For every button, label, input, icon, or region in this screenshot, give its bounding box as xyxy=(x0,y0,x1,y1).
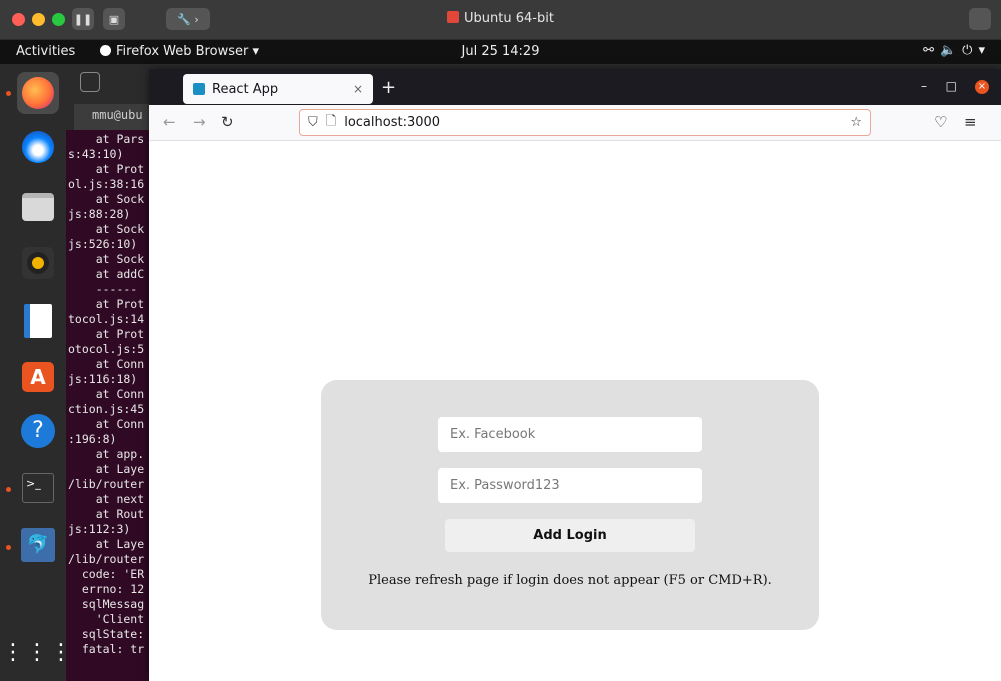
menu-icon[interactable]: ≡ xyxy=(964,113,977,131)
running-indicator xyxy=(6,487,11,492)
files-icon[interactable] xyxy=(17,186,59,228)
password-input[interactable] xyxy=(438,468,702,503)
chevron-down-icon: ▾ xyxy=(978,43,991,58)
mysql-workbench-icon[interactable]: 🐬 xyxy=(17,524,59,566)
navigation-toolbar: ← → ↻ ⛉ 🗋 localhost:3000 ☆ ♡ ≡ xyxy=(149,105,1001,141)
network-icon: ⚯ xyxy=(923,43,940,58)
gnome-top-bar: Activities Firefox Web Browser ▾ Jul 25 … xyxy=(0,40,1001,64)
vm-title-text: Ubuntu 64-bit xyxy=(464,11,554,26)
firefox-window: React App × + – □ × ← → ↻ ⛉ 🗋 localhost:… xyxy=(149,69,1001,681)
vm-titlebar: ❚❚ ▣ 🔧 › Ubuntu 64-bit xyxy=(0,0,1001,40)
page-content: Add Login Please refresh page if login d… xyxy=(149,141,1001,681)
url-bar[interactable]: ⛉ 🗋 localhost:3000 ☆ xyxy=(299,109,871,136)
url-text: localhost:3000 xyxy=(344,115,441,130)
ubuntu-vm-icon xyxy=(447,11,460,23)
back-icon[interactable]: ← xyxy=(163,113,176,131)
bookmark-star-icon[interactable]: ☆ xyxy=(850,115,862,130)
tab-title: React App xyxy=(212,81,279,97)
volume-icon: 🔈 xyxy=(939,43,963,58)
vm-title: Ubuntu 64-bit xyxy=(0,11,1001,26)
running-indicator xyxy=(6,91,11,96)
new-tab-button[interactable]: + xyxy=(381,77,396,98)
page-icon: 🗋 xyxy=(325,113,337,129)
forward-icon[interactable]: → xyxy=(193,113,206,131)
add-login-button[interactable]: Add Login xyxy=(445,519,695,552)
shield-icon[interactable]: ⛉ xyxy=(308,115,318,130)
login-card: Add Login Please refresh page if login d… xyxy=(321,380,819,630)
power-icon: ⏻ xyxy=(962,43,979,58)
clock[interactable]: Jul 25 14:29 xyxy=(0,44,1001,59)
vm-fullscreen-button[interactable] xyxy=(969,8,991,30)
terminal-new-tab-button[interactable] xyxy=(80,72,100,92)
terminal-icon[interactable]: >_ xyxy=(17,467,59,509)
thunderbird-icon[interactable] xyxy=(17,126,59,168)
tab-react-app[interactable]: React App × xyxy=(183,74,373,104)
app-grid-icon[interactable]: ⋮⋮⋮ xyxy=(2,632,72,674)
system-tray[interactable]: ⚯🔈⏻▾ xyxy=(923,43,991,58)
maximize-button[interactable]: □ xyxy=(946,79,957,93)
website-input[interactable] xyxy=(438,417,702,452)
dock: A ? >_ 🐬 ⋮⋮⋮ xyxy=(0,64,72,681)
react-favicon-icon xyxy=(193,83,205,95)
refresh-notice: Please refresh page if login does not ap… xyxy=(368,573,772,588)
rhythmbox-icon[interactable] xyxy=(17,242,59,284)
writer-icon[interactable] xyxy=(17,300,59,342)
pocket-icon[interactable]: ♡ xyxy=(934,113,947,131)
minimize-button[interactable]: – xyxy=(921,79,927,93)
help-icon[interactable]: ? xyxy=(17,410,59,452)
close-tab-icon[interactable]: × xyxy=(353,82,363,96)
software-icon[interactable]: A xyxy=(17,356,59,398)
tab-strip: React App × + – □ × xyxy=(149,69,1001,105)
firefox-icon[interactable] xyxy=(17,72,59,114)
reload-icon[interactable]: ↻ xyxy=(221,113,234,131)
close-window-button[interactable]: × xyxy=(975,80,989,94)
running-indicator xyxy=(6,545,11,550)
